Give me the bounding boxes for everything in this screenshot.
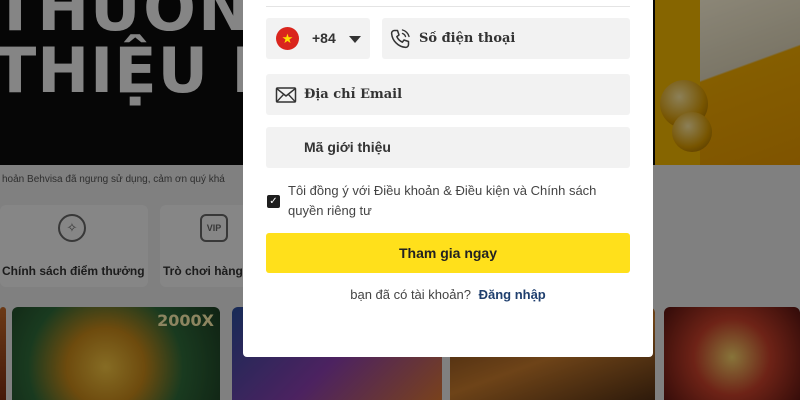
join-now-button[interactable]: Tham gia ngay	[266, 233, 630, 273]
phone-input[interactable]	[419, 18, 624, 59]
chevron-down-icon[interactable]	[349, 36, 361, 43]
mail-icon	[275, 87, 297, 103]
login-prompt-row: bạn đã có tài khoản? Đăng nhập	[266, 287, 630, 302]
login-prompt: bạn đã có tài khoản?	[350, 287, 471, 302]
email-input[interactable]	[304, 74, 604, 115]
login-link[interactable]: Đăng nhập	[479, 287, 546, 302]
email-field[interactable]	[266, 74, 630, 115]
phone-icon	[390, 29, 410, 49]
terms-checkbox[interactable]: ✓	[267, 195, 280, 208]
divider	[266, 6, 630, 7]
star-icon: ★	[281, 31, 294, 46]
referral-field[interactable]	[266, 127, 630, 168]
country-code-select[interactable]: ★ +84	[266, 18, 370, 59]
referral-code-input[interactable]	[304, 127, 604, 168]
vietnam-flag-icon: ★	[276, 27, 299, 50]
terms-label: Tôi đồng ý với Điều khoản & Điều kiện và…	[288, 183, 597, 218]
phone-field[interactable]	[382, 18, 630, 59]
register-modal: ★ +84 ✓ Tôi đồng ý với Điều khoản & Điều…	[243, 0, 653, 357]
dial-code: +84	[312, 30, 336, 46]
